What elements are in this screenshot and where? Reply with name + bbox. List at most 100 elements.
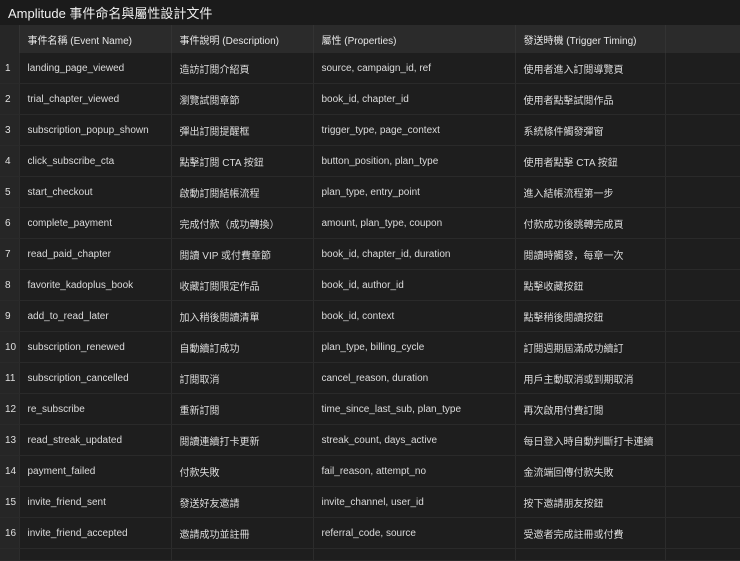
empty-cell[interactable] bbox=[19, 548, 172, 561]
empty-cell[interactable] bbox=[665, 424, 740, 456]
properties-cell[interactable]: book_id, chapter_id bbox=[313, 83, 516, 115]
event-name-cell[interactable]: read_paid_chapter bbox=[19, 238, 172, 270]
row-number[interactable]: 14 bbox=[0, 455, 20, 487]
description-cell[interactable]: 彈出訂閱提醒框 bbox=[171, 114, 314, 146]
description-cell[interactable]: 訂閱取消 bbox=[171, 362, 314, 394]
event-name-cell[interactable]: start_checkout bbox=[19, 176, 172, 208]
properties-cell[interactable]: trigger_type, page_context bbox=[313, 114, 516, 146]
description-cell[interactable]: 自動續訂成功 bbox=[171, 331, 314, 363]
properties-cell[interactable]: referral_code, source bbox=[313, 517, 516, 549]
row-number[interactable]: 15 bbox=[0, 486, 20, 518]
row-number[interactable]: 13 bbox=[0, 424, 20, 456]
trigger-timing-cell[interactable]: 受邀者完成註冊或付費 bbox=[515, 517, 666, 549]
trigger-timing-cell[interactable]: 使用者點擊 CTA 按鈕 bbox=[515, 145, 666, 177]
properties-cell[interactable]: book_id, author_id bbox=[313, 269, 516, 301]
trigger-timing-cell[interactable]: 閱讀時觸發，每章一次 bbox=[515, 238, 666, 270]
empty-cell[interactable] bbox=[665, 269, 740, 301]
header-event-name[interactable]: 事件名稱 (Event Name) bbox=[19, 25, 172, 53]
description-cell[interactable]: 重新訂閱 bbox=[171, 393, 314, 425]
row-number[interactable]: 5 bbox=[0, 176, 20, 208]
trigger-timing-cell[interactable]: 用戶主動取消或到期取消 bbox=[515, 362, 666, 394]
description-cell[interactable]: 造訪訂閱介紹頁 bbox=[171, 53, 314, 84]
empty-cell[interactable] bbox=[665, 207, 740, 239]
event-name-cell[interactable]: click_subscribe_cta bbox=[19, 145, 172, 177]
empty-cell[interactable] bbox=[665, 455, 740, 487]
event-name-cell[interactable]: favorite_kadoplus_book bbox=[19, 269, 172, 301]
event-name-cell[interactable]: read_streak_updated bbox=[19, 424, 172, 456]
trigger-timing-cell[interactable]: 使用者點擊試閱作品 bbox=[515, 83, 666, 115]
properties-cell[interactable]: source, campaign_id, ref bbox=[313, 53, 516, 84]
trigger-timing-cell[interactable]: 進入結帳流程第一步 bbox=[515, 176, 666, 208]
event-name-cell[interactable]: re_subscribe bbox=[19, 393, 172, 425]
properties-cell[interactable]: fail_reason, attempt_no bbox=[313, 455, 516, 487]
empty-cell[interactable] bbox=[665, 362, 740, 394]
empty-cell[interactable] bbox=[665, 145, 740, 177]
description-cell[interactable]: 發送好友邀請 bbox=[171, 486, 314, 518]
header-description[interactable]: 事件說明 (Description) bbox=[171, 25, 314, 53]
properties-cell[interactable]: button_position, plan_type bbox=[313, 145, 516, 177]
row-number[interactable]: 11 bbox=[0, 362, 20, 394]
trigger-timing-cell[interactable]: 點擊稍後閱讀按鈕 bbox=[515, 300, 666, 332]
description-cell[interactable]: 閱讀連續打卡更新 bbox=[171, 424, 314, 456]
properties-cell[interactable]: plan_type, billing_cycle bbox=[313, 331, 516, 363]
event-name-cell[interactable]: subscription_popup_shown bbox=[19, 114, 172, 146]
header-properties[interactable]: 屬性 (Properties) bbox=[313, 25, 516, 53]
event-name-cell[interactable]: add_to_read_later bbox=[19, 300, 172, 332]
empty-cell[interactable] bbox=[665, 486, 740, 518]
event-name-cell[interactable]: subscription_renewed bbox=[19, 331, 172, 363]
empty-cell[interactable] bbox=[665, 331, 740, 363]
empty-cell[interactable] bbox=[665, 238, 740, 270]
empty-cell[interactable] bbox=[0, 548, 20, 561]
row-number[interactable]: 6 bbox=[0, 207, 20, 239]
row-number[interactable]: 4 bbox=[0, 145, 20, 177]
trigger-timing-cell[interactable]: 系統條件觸發彈窗 bbox=[515, 114, 666, 146]
description-cell[interactable]: 啟動訂閱結帳流程 bbox=[171, 176, 314, 208]
description-cell[interactable]: 閱讀 VIP 或付費章節 bbox=[171, 238, 314, 270]
properties-cell[interactable]: plan_type, entry_point bbox=[313, 176, 516, 208]
description-cell[interactable]: 點擊訂閱 CTA 按鈕 bbox=[171, 145, 314, 177]
row-number[interactable]: 10 bbox=[0, 331, 20, 363]
empty-cell[interactable] bbox=[665, 176, 740, 208]
event-name-cell[interactable]: trial_chapter_viewed bbox=[19, 83, 172, 115]
description-cell[interactable]: 收藏訂閱限定作品 bbox=[171, 269, 314, 301]
row-number[interactable]: 16 bbox=[0, 517, 20, 549]
properties-cell[interactable]: book_id, chapter_id, duration bbox=[313, 238, 516, 270]
empty-cell[interactable] bbox=[665, 300, 740, 332]
trigger-timing-cell[interactable]: 點擊收藏按鈕 bbox=[515, 269, 666, 301]
row-number[interactable]: 2 bbox=[0, 83, 20, 115]
trigger-timing-cell[interactable]: 金流端回傳付款失敗 bbox=[515, 455, 666, 487]
empty-cell[interactable] bbox=[665, 548, 740, 561]
description-cell[interactable]: 完成付款（成功轉換） bbox=[171, 207, 314, 239]
empty-cell[interactable] bbox=[171, 548, 314, 561]
properties-cell[interactable]: book_id, context bbox=[313, 300, 516, 332]
header-trigger-timing[interactable]: 發送時機 (Trigger Timing) bbox=[515, 25, 666, 53]
empty-cell[interactable] bbox=[515, 548, 666, 561]
row-number[interactable]: 12 bbox=[0, 393, 20, 425]
row-number[interactable]: 3 bbox=[0, 114, 20, 146]
event-name-cell[interactable]: landing_page_viewed bbox=[19, 53, 172, 84]
empty-cell[interactable] bbox=[665, 83, 740, 115]
properties-cell[interactable]: time_since_last_sub, plan_type bbox=[313, 393, 516, 425]
properties-cell[interactable]: amount, plan_type, coupon bbox=[313, 207, 516, 239]
empty-cell[interactable] bbox=[665, 114, 740, 146]
properties-cell[interactable]: cancel_reason, duration bbox=[313, 362, 516, 394]
trigger-timing-cell[interactable]: 按下邀請朋友按鈕 bbox=[515, 486, 666, 518]
trigger-timing-cell[interactable]: 訂閱週期屆滿成功續訂 bbox=[515, 331, 666, 363]
event-name-cell[interactable]: complete_payment bbox=[19, 207, 172, 239]
row-number[interactable]: 1 bbox=[0, 53, 20, 84]
description-cell[interactable]: 瀏覽試閱章節 bbox=[171, 83, 314, 115]
row-number[interactable]: 7 bbox=[0, 238, 20, 270]
trigger-timing-cell[interactable]: 每日登入時自動判斷打卡連續 bbox=[515, 424, 666, 456]
empty-cell[interactable] bbox=[665, 393, 740, 425]
properties-cell[interactable]: streak_count, days_active bbox=[313, 424, 516, 456]
description-cell[interactable]: 加入稍後閱讀清單 bbox=[171, 300, 314, 332]
event-name-cell[interactable]: invite_friend_sent bbox=[19, 486, 172, 518]
empty-cell[interactable] bbox=[313, 548, 516, 561]
trigger-timing-cell[interactable]: 付款成功後跳轉完成頁 bbox=[515, 207, 666, 239]
empty-cell[interactable] bbox=[665, 53, 740, 84]
description-cell[interactable]: 邀請成功並註冊 bbox=[171, 517, 314, 549]
trigger-timing-cell[interactable]: 使用者進入訂閱導覽頁 bbox=[515, 53, 666, 84]
event-name-cell[interactable]: subscription_cancelled bbox=[19, 362, 172, 394]
description-cell[interactable]: 付款失敗 bbox=[171, 455, 314, 487]
event-name-cell[interactable]: payment_failed bbox=[19, 455, 172, 487]
